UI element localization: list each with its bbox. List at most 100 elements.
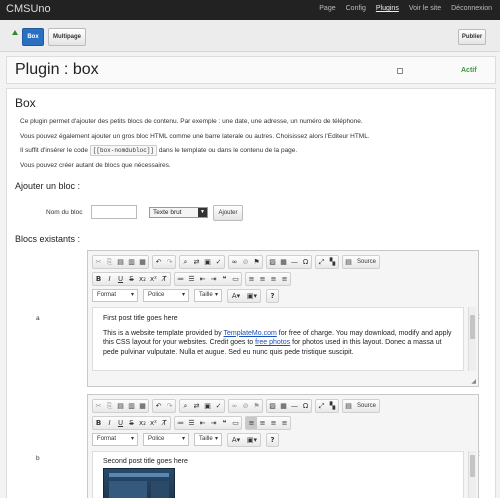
editor-scrollbar-a[interactable] <box>468 307 476 371</box>
editor-content-a[interactable]: First post title goes here This is a web… <box>92 307 464 371</box>
subscript-button[interactable]: x₂ <box>137 273 148 285</box>
templatemo-link[interactable]: TemplateMo.com <box>224 330 277 337</box>
link-icon[interactable]: ∞ <box>229 400 240 412</box>
font-combo[interactable]: Police <box>143 289 189 302</box>
align-left-icon[interactable]: ≡ <box>246 273 257 285</box>
cut-icon[interactable]: ✂ <box>93 400 104 412</box>
scrollbar-thumb[interactable] <box>470 455 475 477</box>
strike-button[interactable]: S <box>126 417 137 429</box>
unlink-icon[interactable]: ⊘ <box>240 400 251 412</box>
text-color-icon[interactable]: A▾ <box>228 434 244 446</box>
anchor-icon[interactable]: ⚑ <box>251 256 262 268</box>
editor-content-b[interactable]: Second post title goes here <box>92 451 464 498</box>
numbered-list-icon[interactable]: ≔ <box>175 273 186 285</box>
align-center-icon[interactable]: ≡ <box>257 417 268 429</box>
hr-icon[interactable]: — <box>289 256 300 268</box>
paste-word-icon[interactable]: ▦ <box>137 400 148 412</box>
format-combo[interactable]: Format <box>92 289 138 302</box>
size-combo[interactable]: Taille <box>194 289 222 302</box>
nav-config[interactable]: Config <box>346 5 366 12</box>
source-button[interactable]: Source <box>354 400 379 412</box>
publish-button[interactable]: Publier <box>458 29 486 45</box>
anchor-icon[interactable]: ⚑ <box>251 400 262 412</box>
blockquote-icon[interactable]: ❝ <box>219 273 230 285</box>
image-icon[interactable]: ▨ <box>267 400 278 412</box>
align-right-icon[interactable]: ≡ <box>268 417 279 429</box>
paste-text-icon[interactable]: ▥ <box>126 400 137 412</box>
remove-format-icon[interactable]: T̸ <box>159 417 170 429</box>
bulleted-list-icon[interactable]: ☰ <box>186 417 197 429</box>
nav-plugins[interactable]: Plugins <box>376 5 399 12</box>
subscript-button[interactable]: x₂ <box>137 417 148 429</box>
indent-icon[interactable]: ⇥ <box>208 273 219 285</box>
italic-button[interactable]: I <box>104 417 115 429</box>
superscript-button[interactable]: x² <box>148 273 159 285</box>
hr-icon[interactable]: — <box>289 400 300 412</box>
numbered-list-icon[interactable]: ≔ <box>175 417 186 429</box>
remove-format-icon[interactable]: T̸ <box>159 273 170 285</box>
table-icon[interactable]: ▦ <box>278 256 289 268</box>
div-icon[interactable]: ▭ <box>230 417 241 429</box>
spellcheck-icon[interactable]: ✓ <box>213 256 224 268</box>
copy-icon[interactable]: ⎘ <box>104 400 115 412</box>
add-block-button[interactable]: Ajouter <box>213 205 243 221</box>
bg-color-icon[interactable]: ▣▾ <box>244 434 260 446</box>
find-icon[interactable]: ⌕ <box>180 256 191 268</box>
nav-page[interactable]: Page <box>319 5 335 12</box>
strike-button[interactable]: S <box>126 273 137 285</box>
nav-deconnexion[interactable]: Déconnexion <box>451 5 492 12</box>
underline-button[interactable]: U <box>115 417 126 429</box>
select-all-icon[interactable]: ▣ <box>202 400 213 412</box>
size-combo[interactable]: Taille <box>194 433 222 446</box>
spellcheck-icon[interactable]: ✓ <box>213 400 224 412</box>
show-blocks-icon[interactable]: ▚ <box>327 256 338 268</box>
collapse-arrow-icon[interactable] <box>12 30 18 35</box>
find-icon[interactable]: ⌕ <box>180 400 191 412</box>
image-icon[interactable]: ▨ <box>267 256 278 268</box>
outdent-icon[interactable]: ⇤ <box>197 417 208 429</box>
block-type-select[interactable]: Texte brut ▼ <box>149 207 208 218</box>
replace-icon[interactable]: ⇄ <box>191 400 202 412</box>
undo-icon[interactable]: ↶ <box>153 400 164 412</box>
help-icon[interactable]: ? <box>267 290 278 302</box>
link-icon[interactable]: ∞ <box>229 256 240 268</box>
paste-icon[interactable]: ▤ <box>115 400 126 412</box>
bold-button[interactable]: B <box>93 417 104 429</box>
font-combo[interactable]: Police <box>143 433 189 446</box>
maximize-icon[interactable]: ⤢ <box>316 256 327 268</box>
help-icon[interactable]: ? <box>267 434 278 446</box>
blockquote-icon[interactable]: ❝ <box>219 417 230 429</box>
align-justify-icon[interactable]: ≡ <box>279 417 290 429</box>
align-right-icon[interactable]: ≡ <box>268 273 279 285</box>
block-name-input[interactable] <box>91 205 137 219</box>
select-all-icon[interactable]: ▣ <box>202 256 213 268</box>
paste-text-icon[interactable]: ▥ <box>126 256 137 268</box>
italic-button[interactable]: I <box>104 273 115 285</box>
align-left-icon[interactable]: ≡ <box>246 417 257 429</box>
resize-handle-icon[interactable]: ◢ <box>471 378 476 385</box>
cut-icon[interactable]: ✂ <box>93 256 104 268</box>
replace-icon[interactable]: ⇄ <box>191 256 202 268</box>
align-center-icon[interactable]: ≡ <box>257 273 268 285</box>
special-char-icon[interactable]: Ω <box>300 400 311 412</box>
paste-icon[interactable]: ▤ <box>115 256 126 268</box>
maximize-icon[interactable]: ⤢ <box>316 400 327 412</box>
align-justify-icon[interactable]: ≡ <box>279 273 290 285</box>
superscript-button[interactable]: x² <box>148 417 159 429</box>
scrollbar-thumb[interactable] <box>470 315 475 339</box>
special-char-icon[interactable]: Ω <box>300 256 311 268</box>
nav-voir-le-site[interactable]: Voir le site <box>409 5 441 12</box>
show-blocks-icon[interactable]: ▚ <box>327 400 338 412</box>
copy-icon[interactable]: ⎘ <box>104 256 115 268</box>
redo-icon[interactable]: ↷ <box>164 256 175 268</box>
text-color-icon[interactable]: A▾ <box>228 290 244 302</box>
paste-word-icon[interactable]: ▦ <box>137 256 148 268</box>
unlink-icon[interactable]: ⊘ <box>240 256 251 268</box>
div-icon[interactable]: ▭ <box>230 273 241 285</box>
free-photos-link[interactable]: free photos <box>255 339 290 346</box>
table-icon[interactable]: ▦ <box>278 400 289 412</box>
multipage-button[interactable]: Multipage <box>48 28 86 46</box>
undo-icon[interactable]: ↶ <box>153 256 164 268</box>
bg-color-icon[interactable]: ▣▾ <box>244 290 260 302</box>
bold-button[interactable]: B <box>93 273 104 285</box>
